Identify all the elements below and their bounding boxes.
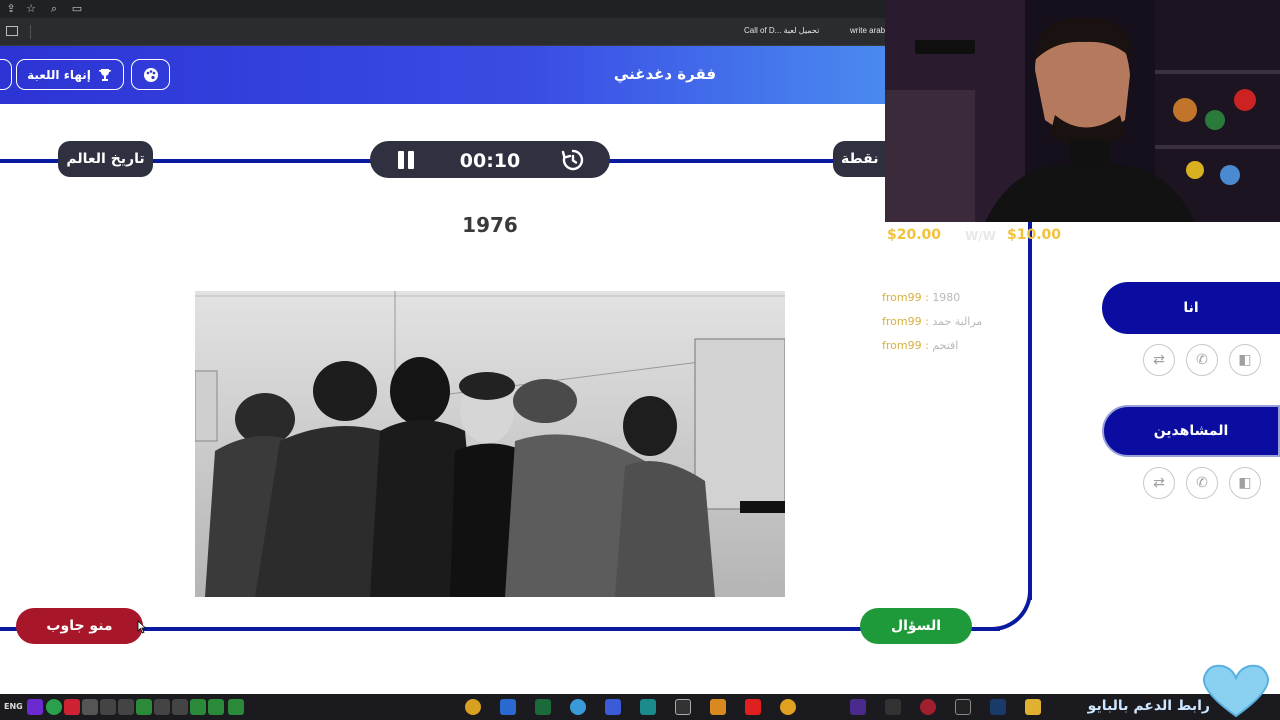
team-viewers-call-helper[interactable]: ✆ (1186, 467, 1218, 499)
taskbar-app-3[interactable] (535, 699, 551, 715)
search-icon[interactable]: ⌕ (47, 2, 61, 16)
reset-timer-icon[interactable] (561, 148, 585, 172)
support-link-overlay: رابط الدعم بالبايو (1087, 698, 1210, 714)
heart-icon (1202, 664, 1270, 718)
exit-button[interactable] (0, 59, 12, 90)
palette-icon (143, 67, 158, 82)
team-viewers-double-helper[interactable]: ◧ (1229, 467, 1261, 499)
app-icon-red[interactable] (64, 699, 80, 715)
steam-icon[interactable] (990, 699, 1006, 715)
question-year: 1976 (462, 213, 518, 237)
timer-bar: 00:10 (370, 141, 610, 178)
taskbar-app-12[interactable] (920, 699, 936, 715)
taskbar-app-10[interactable] (850, 699, 866, 715)
team-viewers-swap-helper[interactable]: ⇄ (1143, 467, 1175, 499)
taskbar-app-2[interactable] (500, 699, 516, 715)
chat-item: from99 : مرالية حمد (882, 315, 983, 328)
phone-icon: ✆ (1196, 352, 1208, 368)
points-label: نقطة (841, 151, 879, 167)
chat-list: from99 : 1980 from99 : مرالية حمد from99… (882, 291, 1022, 363)
network-icon[interactable] (118, 699, 134, 715)
chat-message: 1980 (932, 291, 961, 304)
double-icon: ◧ (1238, 475, 1252, 491)
share-icon[interactable]: ⇪ (4, 2, 18, 16)
youtube-icon[interactable] (745, 699, 761, 715)
mic-icon[interactable] (154, 699, 170, 715)
swap-icon: ⇄ (1153, 475, 1165, 491)
chat-user: from99 (882, 291, 922, 304)
telegram-icon[interactable] (570, 699, 586, 715)
team-me-double-helper[interactable]: ◧ (1229, 344, 1261, 376)
team-me-pill[interactable]: انا (1102, 282, 1280, 334)
volume-icon[interactable] (100, 699, 116, 715)
phone-icon: ✆ (1196, 475, 1208, 491)
tab-call-of-duty[interactable]: Call of D... تحميل لعبة (744, 26, 819, 35)
money-left: $20.00 (887, 227, 942, 243)
theme-button[interactable] (131, 59, 170, 90)
tray-icon-5[interactable] (208, 699, 224, 715)
browser-tabs: Call of D... تحميل لعبة write arab (0, 18, 885, 46)
trophy-icon (98, 68, 111, 81)
question-photo (195, 291, 785, 597)
double-icon: ◧ (1238, 352, 1252, 368)
end-game-label: إنهاء اللعبة (27, 67, 91, 82)
timer-display: 00:10 (459, 150, 521, 172)
tray-icon[interactable] (82, 699, 98, 715)
swap-icon: ⇄ (1153, 352, 1165, 368)
tray-icon-2[interactable] (136, 699, 152, 715)
taskbar-app-6[interactable] (640, 699, 656, 715)
chat-user: from99 (882, 339, 922, 352)
chat-item: from99 : 1980 (882, 291, 961, 304)
tray-icon-3[interactable] (172, 699, 188, 715)
pause-icon[interactable] (395, 149, 417, 171)
tab-divider (30, 25, 31, 39)
taskbar: ENG رابط الدعم بالبايو (0, 694, 1280, 720)
browser-toolbar: ⇪ ☆ ⌕ ▭ (0, 0, 885, 18)
folder-icon[interactable] (1025, 699, 1041, 715)
end-game-button[interactable]: إنهاء اللعبة (16, 59, 124, 90)
language-indicator[interactable]: ENG (4, 702, 23, 711)
money-right: $10.00 (1007, 227, 1062, 243)
mouse-cursor-icon (137, 620, 147, 634)
taskbar-app-8[interactable] (710, 699, 726, 715)
taskbar-app-1[interactable] (465, 699, 481, 715)
chat-item: from99 : اقتحم (882, 339, 959, 352)
game-header: إنهاء اللعبة فقرة دغدغني (0, 46, 885, 104)
epic-games-icon[interactable] (955, 699, 971, 715)
track-bottom (0, 627, 1000, 631)
chrome-icon[interactable] (780, 699, 796, 715)
chat-user: from99 (882, 315, 922, 328)
track-corner (968, 570, 1032, 631)
team-me-swap-helper[interactable]: ⇄ (1143, 344, 1175, 376)
tab-write-arabic[interactable]: write arab (850, 26, 885, 35)
screen-icon[interactable]: ▭ (70, 2, 84, 16)
team-me-call-helper[interactable]: ✆ (1186, 344, 1218, 376)
question-button[interactable]: السؤال (860, 608, 972, 644)
taskbar-app-5[interactable] (605, 699, 621, 715)
taskbar-app-7[interactable] (675, 699, 691, 715)
onenote-icon[interactable] (27, 699, 43, 715)
category-pill: تاريخ العالم (58, 141, 153, 177)
taskbar-app-11[interactable] (885, 699, 901, 715)
chat-message: اقتحم (932, 339, 959, 352)
star-icon[interactable]: ☆ (24, 2, 38, 16)
track-right (1028, 222, 1032, 600)
tab-list-icon[interactable] (6, 26, 18, 36)
team-viewers-pill[interactable]: المشاهدين (1102, 405, 1280, 457)
money-separator: W/W (965, 229, 996, 243)
tray-icon-6[interactable] (228, 699, 244, 715)
who-answered-button[interactable]: منو جاوب (16, 608, 143, 644)
app-icon-green[interactable] (46, 699, 62, 715)
tray-icon-4[interactable] (190, 699, 206, 715)
chat-message: مرالية حمد (932, 315, 983, 328)
page-title: فقرة دغدغني (613, 65, 717, 83)
webcam-overlay (885, 0, 1280, 222)
